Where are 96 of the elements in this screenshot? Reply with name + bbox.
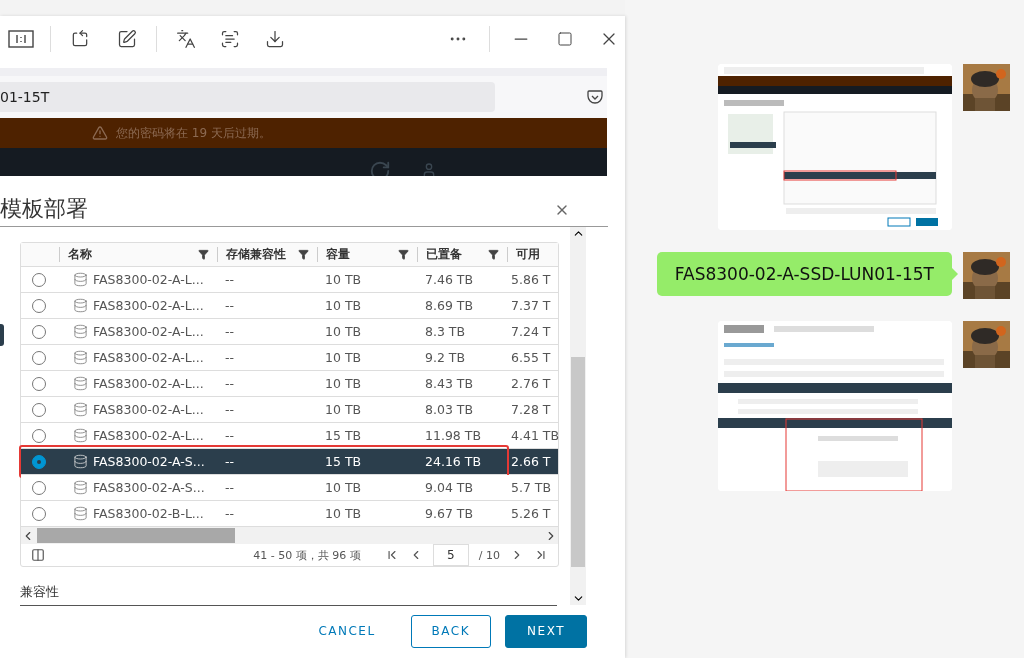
compatibility-label: 兼容性: [20, 583, 60, 601]
table-cell-text: --: [224, 428, 236, 443]
table-cell-text: 10 TB: [324, 324, 363, 339]
address-field[interactable]: 01-15T: [0, 82, 495, 112]
page-summary: 41 - 50 项，共 96 项: [253, 547, 361, 563]
table-cell-text: 5.86 T: [510, 272, 552, 287]
last-page-icon[interactable]: [534, 548, 548, 562]
table-cell-text: 10 TB: [324, 298, 363, 313]
column-header[interactable]: 名称: [68, 247, 92, 262]
database-icon: [73, 402, 88, 417]
table-cell-text: 15 TB: [324, 454, 363, 469]
radio-button[interactable]: [32, 402, 46, 417]
dialog-title: 模板部署: [0, 195, 88, 223]
radio-button[interactable]: [32, 506, 46, 521]
screenshot-thumbnail[interactable]: [718, 64, 952, 230]
table-cell-text: 5.26 T: [510, 506, 552, 521]
table-row[interactable]: FAS8300-02-A-S... -- 10 TB 9.04 TB 5.7 TB: [21, 475, 558, 501]
table-cell-text: 9.2 TB: [424, 350, 467, 365]
radio-button[interactable]: [32, 454, 46, 469]
column-header[interactable]: 存储兼容性: [226, 247, 286, 262]
table-cell-text: --: [224, 454, 236, 469]
back-button[interactable]: BACK: [410, 614, 492, 648]
table-cell-text: --: [224, 506, 236, 521]
table-cell-text: --: [224, 272, 236, 287]
table-cell-text: --: [224, 298, 236, 313]
table-cell-text: --: [224, 324, 236, 339]
database-icon: [73, 480, 88, 495]
database-icon: [73, 376, 88, 391]
database-icon: [73, 454, 88, 469]
database-icon: [73, 272, 88, 287]
table-cell-text: 7.24 T: [510, 324, 552, 339]
table-cell-text: 10 TB: [324, 480, 363, 495]
table-cell-text: 15 TB: [324, 428, 363, 443]
table-cell-text: 24.16 TB: [424, 454, 482, 469]
radio-button[interactable]: [32, 350, 46, 365]
table-cell-text: --: [224, 480, 236, 495]
radio-button[interactable]: [32, 376, 46, 391]
table-cell-text: 11.98 TB: [424, 428, 482, 443]
next-button[interactable]: NEXT: [505, 614, 587, 648]
table-cell-text: 5.7 TB: [510, 480, 553, 495]
table-cell-text: 6.55 T: [510, 350, 552, 365]
database-icon: [73, 324, 88, 339]
vertical-scrollbar[interactable]: [570, 227, 586, 605]
radio-button[interactable]: [32, 428, 46, 443]
horizontal-scrollbar[interactable]: [21, 527, 558, 544]
pocket-icon[interactable]: [587, 90, 603, 104]
table-cell-text: 10 TB: [324, 506, 363, 521]
table-cell: FAS8300-02-A-L...: [93, 402, 204, 417]
page-input[interactable]: 5: [432, 544, 469, 566]
table-cell: FAS8300-02-A-L...: [93, 428, 204, 443]
table-cell-text: 9.67 TB: [424, 506, 475, 521]
page-total: / 10: [478, 548, 500, 562]
radio-button[interactable]: [32, 480, 46, 495]
table-cell-text: 7.37 T: [510, 298, 552, 313]
table-cell-text: 7.28 T: [510, 402, 552, 417]
table-cell: FAS8300-02-A-L...: [93, 298, 204, 313]
database-icon: [73, 350, 88, 365]
table-cell-text: --: [224, 350, 236, 365]
filter-icon[interactable]: [298, 249, 309, 260]
table-cell-text: 10 TB: [324, 350, 363, 365]
database-icon: [73, 506, 88, 521]
table-cell-text: 8.43 TB: [424, 376, 475, 391]
table-cell: FAS8300-02-B-L...: [93, 506, 204, 521]
radio-button[interactable]: [32, 272, 46, 287]
table-cell: FAS8300-02-A-L...: [93, 376, 204, 391]
table-cell-text: 2.66 T: [510, 454, 552, 469]
database-icon: [73, 298, 88, 313]
radio-button[interactable]: [32, 324, 46, 339]
filter-icon[interactable]: [198, 249, 209, 260]
table-cell-text: 4.41 TB: [510, 428, 556, 443]
table-cell-text: 10 TB: [324, 402, 363, 417]
table-cell-text: 2.76 T: [510, 376, 552, 391]
filter-icon[interactable]: [488, 249, 499, 260]
table-cell-text: 10 TB: [324, 376, 363, 391]
filter-icon[interactable]: [398, 249, 409, 260]
radio-button[interactable]: [32, 298, 46, 313]
table-cell-text: 9.04 TB: [424, 480, 475, 495]
column-header[interactable]: 已置备: [426, 247, 462, 262]
table-cell: FAS8300-02-A-S...: [93, 454, 205, 469]
table-cell: FAS8300-02-A-L...: [93, 350, 204, 365]
column-header[interactable]: 可用: [516, 247, 540, 262]
table-cell: FAS8300-02-A-L...: [93, 324, 204, 339]
table-cell-text: --: [224, 376, 236, 391]
table-cell: FAS8300-02-A-S...: [93, 480, 205, 495]
table-cell-text: 10 TB: [324, 272, 363, 287]
table-cell-text: 8.3 TB: [424, 324, 467, 339]
table-cell-text: 7.46 TB: [424, 272, 475, 287]
columns-icon[interactable]: [31, 548, 45, 562]
database-icon: [73, 428, 88, 443]
column-header[interactable]: 容量: [326, 247, 350, 262]
table-cell-text: --: [224, 402, 236, 417]
warning-text: 您的密码将在 19 天后过期。: [116, 124, 271, 142]
table-cell: FAS8300-02-A-L...: [93, 272, 204, 287]
table-cell-text: 8.03 TB: [424, 402, 475, 417]
table-cell-text: 8.69 TB: [424, 298, 475, 313]
warning-icon: [92, 125, 108, 141]
